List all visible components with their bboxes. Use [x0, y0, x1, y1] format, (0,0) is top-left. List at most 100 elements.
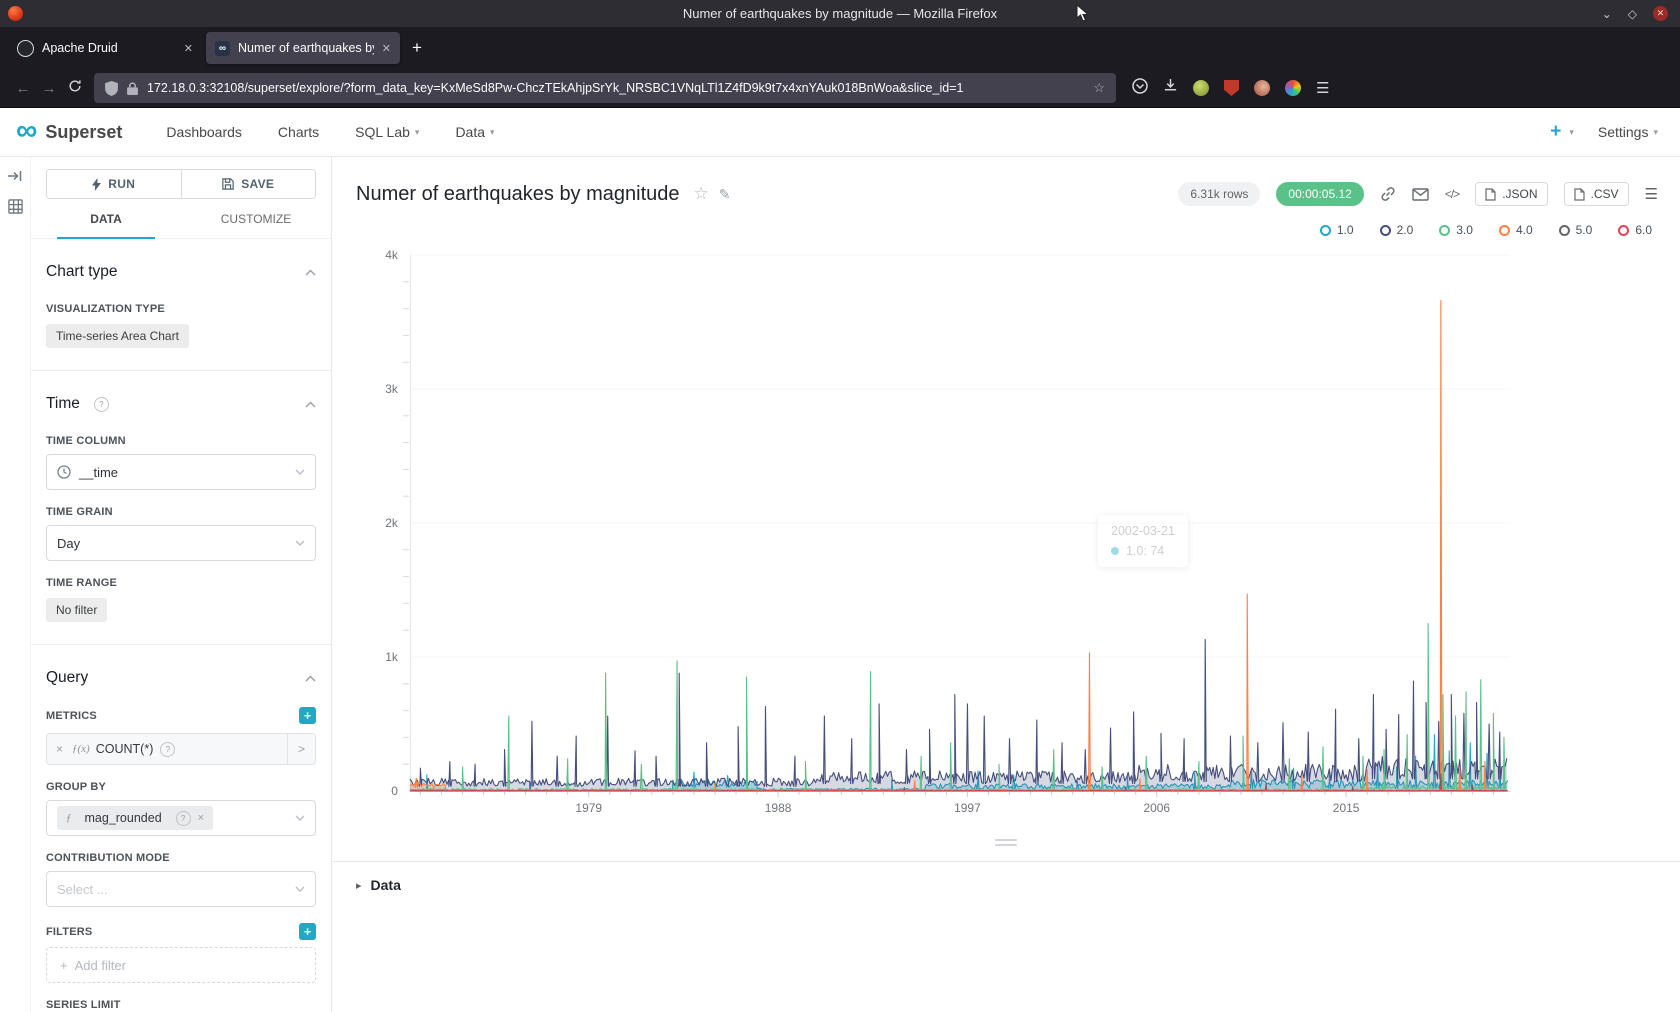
time-grain-select[interactable]: Day	[46, 525, 316, 561]
svg-text:4k: 4k	[385, 248, 399, 262]
legend-label: 4.0	[1516, 223, 1533, 237]
settings-menu[interactable]: Settings ▾	[1598, 124, 1658, 140]
share-link-icon[interactable]	[1380, 186, 1396, 202]
tab-customize[interactable]: CUSTOMIZE	[181, 212, 331, 238]
metrics-label: METRICS	[46, 710, 97, 722]
svg-text:1988: 1988	[765, 801, 792, 815]
url-text[interactable]: 172.18.0.3:32108/superset/explore/?form_…	[147, 81, 1084, 95]
chevron-down-icon	[295, 815, 305, 821]
chart-container: 1.02.03.04.05.06.0 01k2k3k4k197919881997…	[356, 217, 1656, 823]
export-json-button[interactable]: .JSON	[1475, 182, 1547, 206]
tracking-shield-icon[interactable]	[105, 81, 118, 96]
svg-text:2015: 2015	[1333, 801, 1360, 815]
timeseries-area-chart[interactable]: 01k2k3k4k19791988199720062015	[356, 243, 1656, 823]
remove-group-by-icon[interactable]: ×	[198, 812, 204, 824]
new-item-button[interactable]: +	[1550, 121, 1561, 143]
dataset-grid-icon[interactable]	[8, 199, 23, 214]
time-column-select[interactable]: __time	[46, 454, 316, 490]
legend-item[interactable]: 4.0	[1499, 223, 1533, 237]
section-time[interactable]: Time ?	[46, 395, 316, 413]
chevron-down-icon	[295, 540, 305, 546]
lock-icon[interactable]	[127, 82, 138, 95]
favorite-star-icon[interactable]: ☆	[694, 184, 709, 204]
back-button[interactable]: ←	[10, 80, 36, 97]
legend-item[interactable]: 5.0	[1559, 223, 1593, 237]
datasource-rail	[0, 157, 31, 1012]
tab-close-icon[interactable]: ✕	[382, 42, 391, 55]
email-icon[interactable]	[1412, 188, 1429, 201]
data-panel-header[interactable]: ▸ Data	[332, 861, 1680, 908]
filters-label: FILTERS	[46, 926, 92, 938]
add-filter-dropzone[interactable]: + Add filter	[46, 947, 316, 983]
url-input[interactable]: 172.18.0.3:32108/superset/explore/?form_…	[94, 73, 1116, 103]
screen: Numer of earthquakes by magnitude — Mozi…	[0, 0, 1680, 1012]
chart-legend: 1.0 2.0 3.0 4.0 5.0 6.0	[356, 217, 1656, 243]
expand-panel-icon[interactable]	[7, 169, 23, 183]
ublock-shield-icon[interactable]	[1224, 80, 1239, 96]
viz-type-chip[interactable]: Time-series Area Chart	[46, 324, 189, 348]
chevron-down-icon[interactable]: ▾	[1569, 127, 1574, 138]
add-metric-button[interactable]: +	[299, 707, 316, 724]
legend-marker-icon	[1320, 225, 1331, 236]
browser-tab-druid[interactable]: Apache Druid ✕	[8, 32, 202, 64]
tab-close-icon[interactable]: ✕	[184, 42, 193, 55]
section-query[interactable]: Query	[46, 669, 316, 687]
forward-button[interactable]: →	[36, 80, 62, 97]
legend-item[interactable]: 3.0	[1439, 223, 1473, 237]
legend-item[interactable]: 1.0	[1320, 223, 1354, 237]
svg-text:2k: 2k	[385, 516, 399, 530]
pocket-icon[interactable]	[1132, 78, 1148, 99]
tab-data[interactable]: DATA	[31, 212, 181, 238]
browser-toolbar: ← → 172.18.0.3:32108/superset/explore/?f…	[0, 69, 1680, 108]
reload-button[interactable]	[62, 79, 88, 97]
browser-menu-icon[interactable]: ☰	[1316, 79, 1329, 97]
add-filter-button[interactable]: +	[299, 923, 316, 940]
chevron-up-icon[interactable]	[305, 395, 316, 413]
metric-item[interactable]: × ƒ(x) COUNT(*) ? >	[46, 733, 316, 765]
legend-label: 2.0	[1397, 223, 1414, 237]
window-maximize-icon[interactable]: ◇	[1628, 8, 1637, 20]
chart-title: Numer of earthquakes by magnitude	[356, 183, 680, 206]
nav-sql-lab[interactable]: SQL Lab ▾	[355, 124, 419, 140]
legend-label: 6.0	[1635, 223, 1652, 237]
legend-item[interactable]: 2.0	[1380, 223, 1414, 237]
new-tab-button[interactable]: +	[412, 38, 422, 58]
superset-logo[interactable]: ∞ Superset	[16, 122, 122, 143]
remove-metric-icon[interactable]: ×	[56, 742, 63, 756]
embed-code-icon[interactable]: </>	[1445, 187, 1459, 201]
superset-favicon: ∞	[215, 41, 230, 56]
time-range-chip[interactable]: No filter	[46, 598, 107, 622]
legend-item[interactable]: 6.0	[1618, 223, 1652, 237]
chevron-up-icon[interactable]	[305, 669, 316, 687]
group-by-select[interactable]: ƒ mag_rounded ? ×	[46, 800, 316, 836]
extension-icon[interactable]	[1193, 80, 1209, 96]
group-by-pill[interactable]: ƒ mag_rounded ? ×	[57, 806, 213, 830]
run-button[interactable]: RUN	[47, 170, 181, 198]
chart-menu-icon[interactable]: ☰	[1645, 185, 1658, 203]
chart-area: Numer of earthquakes by magnitude ☆ ✎ 6.…	[332, 157, 1680, 1012]
bookmark-star-icon[interactable]: ☆	[1093, 80, 1105, 96]
profile-avatar-icon[interactable]	[1254, 80, 1270, 96]
section-chart-type[interactable]: Chart type	[46, 263, 316, 281]
window-close-icon[interactable]: ✕	[1653, 6, 1668, 21]
data-panel-title: Data	[371, 877, 401, 893]
export-csv-button[interactable]: .CSV	[1564, 182, 1629, 206]
nav-dashboards[interactable]: Dashboards	[166, 124, 242, 140]
downloads-icon[interactable]	[1163, 78, 1178, 98]
window-minimize-icon[interactable]: ⌄	[1602, 8, 1612, 20]
extension-pinwheel-icon[interactable]	[1285, 80, 1301, 96]
panel-resize-handle[interactable]	[332, 823, 1680, 861]
save-button[interactable]: SAVE	[181, 170, 316, 198]
chevron-up-icon[interactable]	[305, 263, 316, 281]
nav-charts[interactable]: Charts	[278, 124, 319, 140]
chevron-down-icon: ▾	[415, 127, 420, 138]
contribution-mode-select[interactable]: Select ...	[46, 871, 316, 907]
nav-data[interactable]: Data ▾	[455, 124, 494, 140]
plus-icon: +	[60, 958, 68, 973]
edit-title-icon[interactable]: ✎	[719, 186, 731, 203]
metric-expand-icon[interactable]: >	[287, 734, 315, 764]
browser-tab-superset[interactable]: ∞ Numer of earthquakes by ✕	[206, 32, 400, 64]
druid-favicon	[17, 40, 34, 57]
window-title: Numer of earthquakes by magnitude — Mozi…	[0, 6, 1680, 21]
svg-text:1979: 1979	[575, 801, 602, 815]
